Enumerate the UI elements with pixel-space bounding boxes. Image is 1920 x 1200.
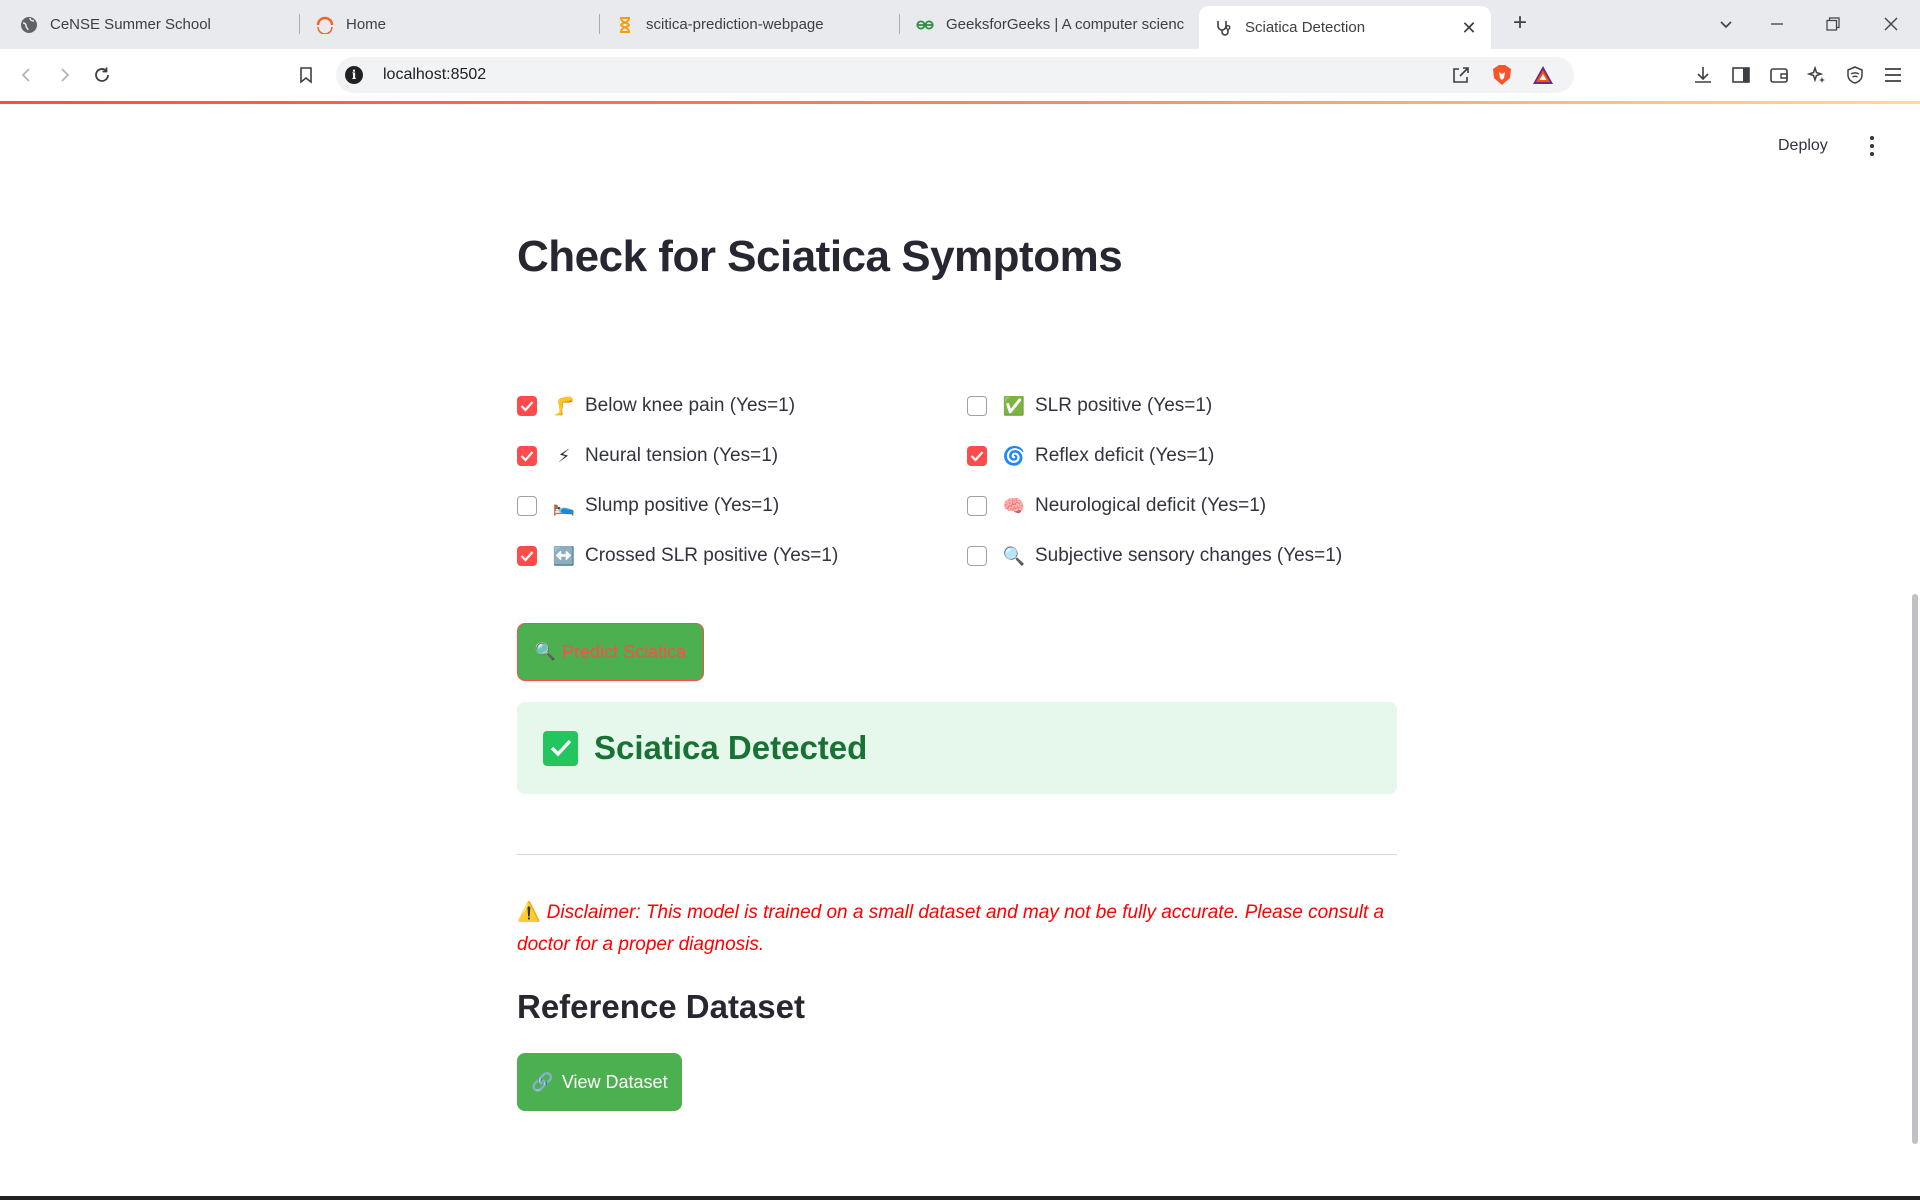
checkbox-checked-icon[interactable] [517, 396, 537, 416]
checkbox-label: Reflex deficit (Yes=1) [1035, 445, 1215, 466]
disclaimer-body: Disclaimer: This model is trained on a s… [517, 902, 1385, 955]
tab-label: Sciatica Detection [1245, 19, 1366, 36]
restore-icon[interactable] [1821, 12, 1845, 36]
tab-separator [899, 14, 900, 34]
checkbox-label: Below knee pain (Yes=1) [585, 395, 796, 416]
checkbox-label: Subjective sensory changes (Yes=1) [1035, 545, 1343, 566]
checkbox-crossed-slr-positive[interactable]: ↔️ Crossed SLR positive (Yes=1) [517, 541, 838, 571]
tab-home[interactable]: Home [316, 0, 596, 49]
checkbox-label: Neural tension (Yes=1) [585, 445, 779, 466]
tab-sciatica-detection[interactable]: Sciatica Detection ✕ [1199, 6, 1491, 49]
checkbox-slr-positive[interactable]: ✅ SLR positive (Yes=1) [967, 391, 1212, 421]
brave-rewards-icon[interactable] [1532, 64, 1554, 86]
leo-ai-icon[interactable] [1805, 63, 1829, 87]
button-label: Predict Sciatica [562, 641, 687, 662]
magnifier-icon: 🔍 [1002, 545, 1026, 566]
checkbox-checked-icon[interactable] [517, 546, 537, 566]
forward-icon[interactable] [52, 63, 76, 87]
check-mark-icon [543, 730, 578, 766]
checkbox-label: Slump positive (Yes=1) [585, 495, 780, 516]
back-icon[interactable] [15, 63, 39, 87]
site-info-icon[interactable]: i [345, 66, 363, 84]
warning-icon: ⚠️ [517, 902, 541, 923]
browser-tab-strip: CeNSE Summer School Home scitica-predict… [0, 0, 1920, 49]
ring-logo-icon [316, 16, 334, 34]
checkbox-slump-positive[interactable]: 🛌 Slump positive (Yes=1) [517, 491, 779, 521]
hourglass-icon [616, 16, 634, 34]
checkbox-label: SLR positive (Yes=1) [1035, 395, 1213, 416]
checkbox-checked-icon[interactable] [967, 446, 987, 466]
button-label: View Dataset [561, 1071, 668, 1092]
magnifier-icon: 🔍 [534, 642, 557, 661]
checkbox-unchecked-icon[interactable] [967, 496, 987, 516]
leg-icon: 🦵 [552, 395, 576, 416]
success-alert: Sciatica Detected [517, 702, 1397, 794]
tab-cense-summer-school[interactable]: CeNSE Summer School [20, 0, 300, 49]
checkbox-unchecked-icon[interactable] [517, 496, 537, 516]
page-title: Check for Sciatica Symptoms [517, 232, 1123, 281]
deploy-button[interactable]: Deploy [1770, 131, 1836, 161]
address-bar[interactable]: i localhost:8502 [336, 57, 1574, 93]
reference-dataset-heading: Reference Dataset [517, 988, 805, 1025]
new-tab-button[interactable]: + [1508, 11, 1532, 36]
result-text: Sciatica Detected [594, 729, 868, 766]
minimize-icon[interactable] [1765, 12, 1789, 36]
tab-label: CeNSE Summer School [50, 16, 211, 33]
reload-icon[interactable] [90, 63, 114, 87]
globe-icon [20, 16, 38, 34]
checkbox-subjective-sensory-changes[interactable]: 🔍 Subjective sensory changes (Yes=1) [967, 541, 1342, 571]
wallet-icon[interactable] [1767, 63, 1791, 87]
share-icon[interactable] [1450, 64, 1472, 86]
checkbox-label: Crossed SLR positive (Yes=1) [585, 545, 839, 566]
checkbox-neurological-deficit[interactable]: 🧠 Neurological deficit (Yes=1) [967, 491, 1266, 521]
link-icon: 🔗 [531, 1071, 554, 1092]
lightning-icon: ⚡ [557, 445, 571, 466]
close-icon[interactable]: ✕ [1459, 18, 1479, 38]
bookmark-icon[interactable] [294, 63, 318, 87]
page-scrollbar[interactable] [1912, 594, 1918, 1144]
bed-icon: 🛌 [552, 495, 576, 516]
check-mark-button-icon: ✅ [1002, 395, 1026, 416]
checkbox-neural-tension[interactable]: ⚡ Neural tension (Yes=1) [517, 441, 778, 471]
brain-icon: 🧠 [1002, 495, 1026, 516]
tab-label: scitica-prediction-webpage [646, 16, 824, 33]
checkbox-below-knee-pain[interactable]: 🦵 Below knee pain (Yes=1) [517, 391, 795, 421]
tab-search-chevron-icon[interactable] [1714, 12, 1738, 36]
streamlit-decoration-bar [0, 101, 1920, 104]
browser-toolbar: i localhost:8502 [0, 49, 1920, 101]
checkbox-unchecked-icon[interactable] [967, 546, 987, 566]
horizontal-divider [517, 854, 1397, 855]
sidebar-icon[interactable] [1729, 63, 1753, 87]
tab-label: GeeksforGeeks | A computer scienc [946, 16, 1185, 33]
tab-scitica-prediction-webpage[interactable]: scitica-prediction-webpage [616, 0, 896, 49]
vpn-icon[interactable] [1843, 63, 1867, 87]
gfg-logo-icon [916, 16, 934, 34]
predict-sciatica-button[interactable]: 🔍 Predict Sciatica [517, 623, 704, 681]
checkbox-reflex-deficit[interactable]: 🌀 Reflex deficit (Yes=1) [967, 441, 1214, 471]
window-bottom-edge [0, 1196, 1920, 1200]
view-dataset-button[interactable]: 🔗 View Dataset [517, 1053, 682, 1111]
disclaimer-text: ⚠️ Disclaimer: This model is trained on a… [517, 897, 1397, 961]
tab-label: Home [346, 16, 387, 33]
checkbox-unchecked-icon[interactable] [967, 396, 987, 416]
url-text: localhost:8502 [383, 66, 487, 83]
checkbox-label: Neurological deficit (Yes=1) [1035, 495, 1267, 516]
cyclone-icon: 🌀 [1002, 445, 1026, 466]
main-menu-icon[interactable] [1862, 131, 1882, 161]
menu-icon[interactable] [1881, 63, 1905, 87]
stethoscope-icon [1215, 19, 1233, 37]
tab-separator [599, 14, 600, 34]
left-right-arrow-icon: ↔️ [552, 545, 576, 566]
checkbox-checked-icon[interactable] [517, 446, 537, 466]
tab-geeksforgeeks[interactable]: GeeksforGeeks | A computer scienc [916, 0, 1186, 49]
tab-separator [299, 14, 300, 34]
close-window-icon[interactable] [1879, 12, 1903, 36]
download-icon[interactable] [1691, 63, 1715, 87]
brave-shield-icon[interactable] [1491, 64, 1513, 86]
